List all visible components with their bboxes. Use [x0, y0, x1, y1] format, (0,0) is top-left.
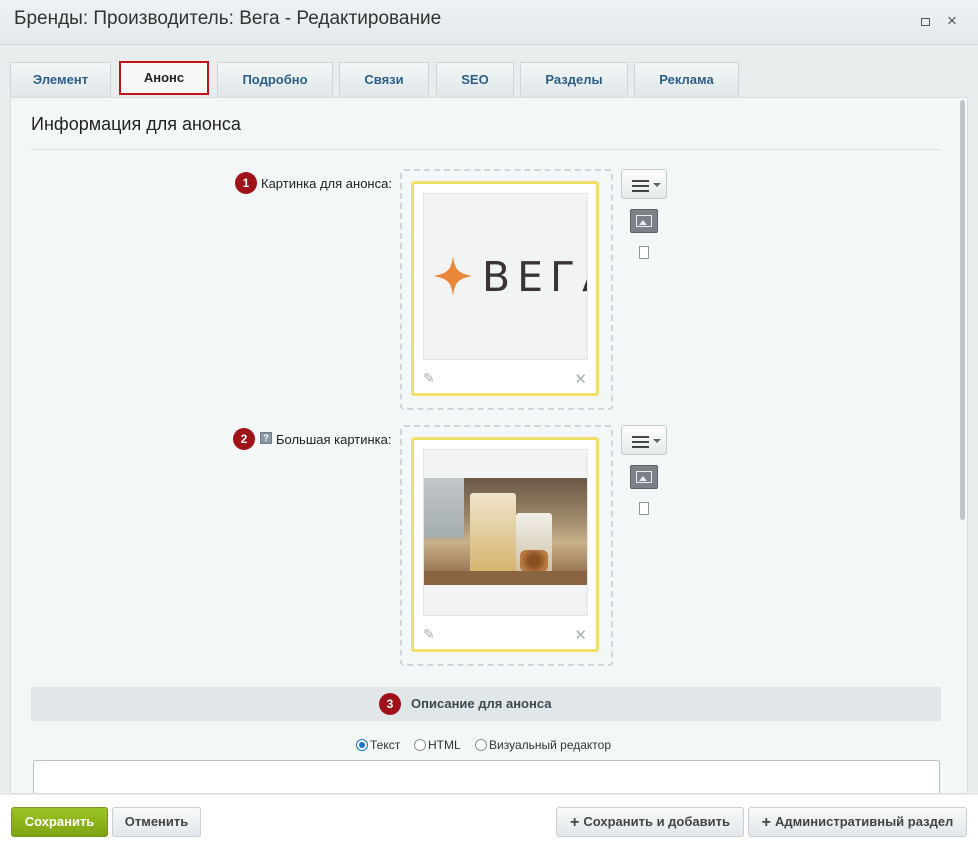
- radio-label: Визуальный редактор: [489, 738, 612, 752]
- file-icon[interactable]: [639, 246, 649, 259]
- edit-pencil-icon[interactable]: ✎: [423, 370, 435, 387]
- plus-icon: +: [570, 814, 580, 831]
- delete-icon[interactable]: ✕: [574, 370, 587, 388]
- preview-text-title: Описание для анонса: [411, 696, 552, 711]
- radio-icon[interactable]: [356, 739, 368, 751]
- step-badge-1: 1: [235, 172, 257, 194]
- section-title: Информация для анонса: [31, 114, 241, 134]
- detail-picture-menu-button[interactable]: [621, 425, 667, 455]
- tab-links[interactable]: Связи: [339, 62, 429, 98]
- maximize-icon[interactable]: [916, 12, 934, 30]
- step-badge-3: 3: [379, 693, 401, 715]
- admin-section-label: Административный раздел: [775, 814, 954, 829]
- tab-panel: Информация для анонса 1 Картинка для ано…: [10, 97, 968, 794]
- delete-icon[interactable]: ✕: [574, 626, 587, 644]
- radio-icon[interactable]: [475, 739, 487, 751]
- detail-picture-label: Большая картинка:: [276, 432, 392, 447]
- tab-sections[interactable]: Разделы: [520, 62, 628, 98]
- tab-element[interactable]: Элемент: [10, 62, 111, 98]
- preview-picture-menu-button[interactable]: [621, 169, 667, 199]
- preview-text-textarea[interactable]: [33, 760, 940, 793]
- plus-icon: +: [761, 814, 772, 831]
- mode-visual-radio[interactable]: Визуальный редактор: [475, 738, 611, 752]
- preview-picture-label: Картинка для анонса:: [261, 176, 392, 191]
- vega-logo-star-icon: [434, 256, 472, 296]
- help-icon[interactable]: ?: [260, 432, 272, 444]
- save-and-add-label: Сохранить и добавить: [583, 814, 730, 829]
- close-icon[interactable]: ×: [943, 12, 961, 30]
- detail-picture-image: [423, 449, 588, 616]
- preview-picture-frame: ВЕГА ✎ ✕: [411, 181, 599, 396]
- mode-html-radio[interactable]: HTML: [414, 738, 461, 752]
- vega-logo-text: ВЕГА: [482, 253, 587, 301]
- window-titlebar: Бренды: Производитель: Вега - Редактиров…: [0, 0, 978, 45]
- image-upload-icon[interactable]: [630, 209, 658, 233]
- radio-icon[interactable]: [414, 739, 426, 751]
- step-badge-2: 2: [233, 428, 255, 450]
- preview-text-header: 3 Описание для анонса: [31, 687, 941, 721]
- cancel-button[interactable]: Отменить: [112, 807, 201, 837]
- divider: [31, 149, 941, 150]
- vertical-scrollbar[interactable]: [960, 100, 965, 520]
- tab-preview[interactable]: Анонс: [119, 61, 209, 95]
- tab-ads[interactable]: Реклама: [634, 62, 739, 98]
- radio-label: Текст: [370, 738, 401, 752]
- save-and-add-button[interactable]: + Сохранить и добавить: [556, 807, 744, 837]
- preview-picture-image: ВЕГА: [423, 193, 588, 360]
- edit-pencil-icon[interactable]: ✎: [423, 626, 435, 643]
- tab-detail[interactable]: Подробно: [217, 62, 333, 98]
- mode-text-radio[interactable]: Текст: [356, 738, 400, 752]
- detail-picture-frame: ✎ ✕: [411, 437, 599, 652]
- admin-section-button[interactable]: + Административный раздел: [748, 807, 967, 837]
- radio-label: HTML: [428, 738, 461, 752]
- window-title: Бренды: Производитель: Вега - Редактиров…: [14, 8, 442, 29]
- file-icon[interactable]: [639, 502, 649, 515]
- image-upload-icon[interactable]: [630, 465, 658, 489]
- product-photo: [424, 478, 587, 585]
- save-button[interactable]: Сохранить: [11, 807, 108, 837]
- tab-seo[interactable]: SEO: [436, 62, 514, 98]
